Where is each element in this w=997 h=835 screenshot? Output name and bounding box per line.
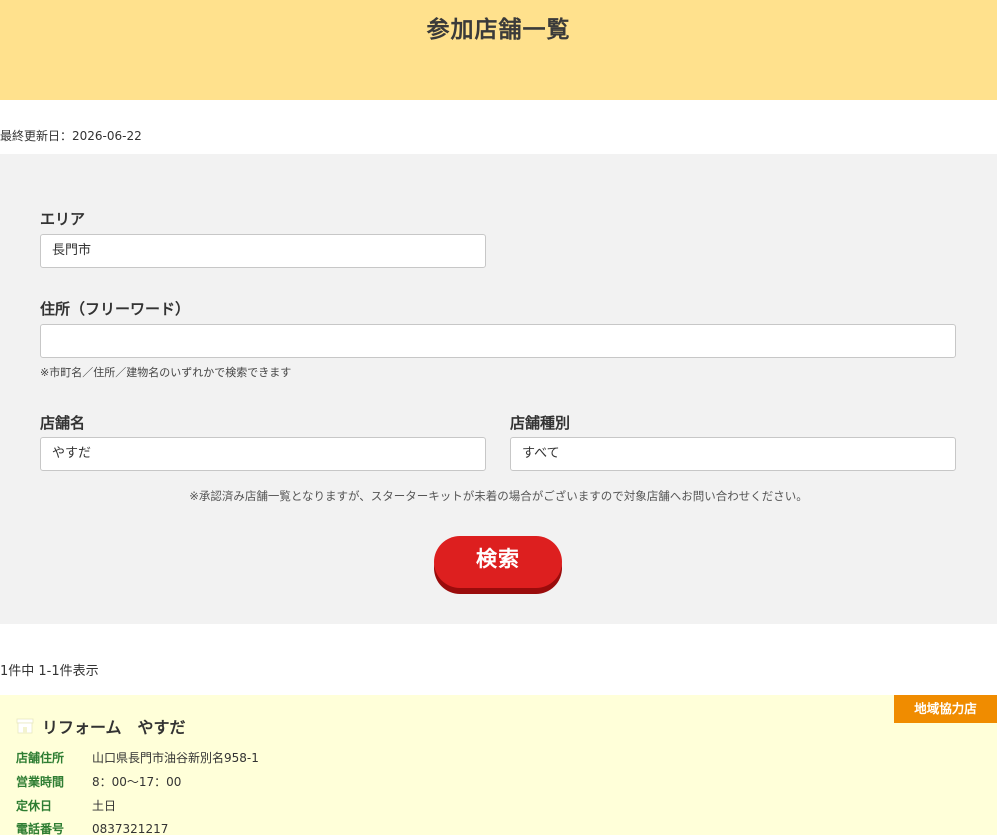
approval-notice: ※承認済み店舗一覧となりますが、スターターキットが未着の場合がございますので対象… xyxy=(189,489,808,503)
shop-hours-label: 営業時間 xyxy=(16,775,65,789)
result-count: 1件中 1-1件表示 xyxy=(0,664,99,679)
shop-address-label: 店舗住所 xyxy=(16,751,65,765)
search-button[interactable]: 検索 xyxy=(434,536,562,588)
shop-name-input[interactable]: やすだ xyxy=(40,437,486,471)
area-select[interactable]: 長門市 xyxy=(40,234,486,268)
shop-holiday-label: 定休日 xyxy=(16,799,53,813)
address-input[interactable] xyxy=(40,324,956,358)
shop-type-select[interactable]: すべて xyxy=(510,437,956,471)
shop-address: 山口県長門市油谷新別名958-1 xyxy=(92,751,259,765)
shop-type-badge: 地域協力店 xyxy=(894,695,997,723)
page-header: 参加店舗一覧 xyxy=(0,0,997,100)
last-updated: 最終更新日：2026-06-22 xyxy=(0,129,142,143)
shop-phone: 0837321217 xyxy=(92,822,169,835)
shop-title[interactable]: リフォーム やすだ xyxy=(16,714,186,738)
address-label: 住所（フリーワード） xyxy=(40,300,191,318)
area-label: エリア xyxy=(40,210,86,228)
search-panel: エリア 長門市 住所（フリーワード） ※市町名／住所／建物名のいずれかで検索でき… xyxy=(0,154,997,624)
shop-holiday-row: 定休日 土日 xyxy=(16,797,116,814)
shop-name: リフォーム やすだ xyxy=(42,718,186,737)
shop-type-label: 店舗種別 xyxy=(510,414,571,432)
shop-hours: 8：00〜17：00 xyxy=(92,775,182,789)
shop-holiday: 土日 xyxy=(92,799,117,813)
page-title: 参加店舗一覧 xyxy=(426,17,571,43)
shop-phone-row: 電話番号 0837321217 xyxy=(16,820,168,835)
store-icon xyxy=(16,718,34,734)
shop-hours-row: 営業時間 8：00〜17：00 xyxy=(16,773,181,790)
shop-name-label: 店舗名 xyxy=(40,414,86,432)
shop-card: 地域協力店 リフォーム やすだ 店舗住所 山口県長門市油谷新別名958-1 営業時… xyxy=(0,695,997,835)
address-hint: ※市町名／住所／建物名のいずれかで検索できます xyxy=(40,366,292,379)
shop-address-row: 店舗住所 山口県長門市油谷新別名958-1 xyxy=(16,749,259,766)
shop-phone-label: 電話番号 xyxy=(16,822,65,835)
